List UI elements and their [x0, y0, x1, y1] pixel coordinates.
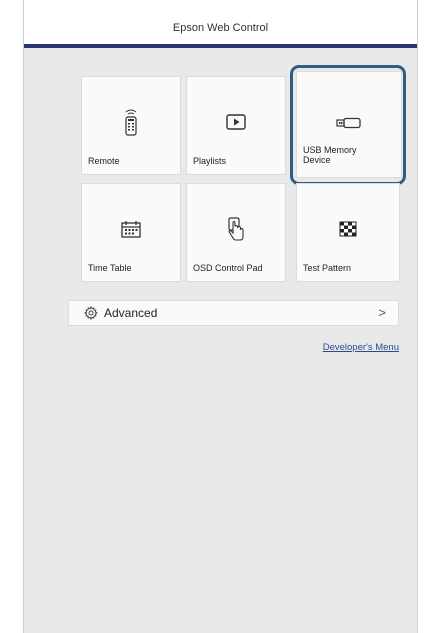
tile-playlists[interactable]: Playlists: [186, 76, 286, 175]
developers-menu-link[interactable]: Developer's Menu: [323, 342, 399, 353]
tile-label: Playlists: [193, 156, 227, 166]
usb-icon: [297, 108, 401, 138]
remote-icon: [82, 107, 180, 137]
tile-test-pattern[interactable]: Test Pattern: [296, 183, 400, 282]
tile-label: OSD Control Pad: [193, 263, 263, 273]
tile-usb-memory-device[interactable]: USB Memory Device: [296, 71, 402, 178]
touch-icon: [187, 214, 285, 244]
checkerboard-icon: [297, 214, 399, 244]
advanced-label: Advanced: [104, 306, 158, 320]
page-title: Epson Web Control: [172, 22, 269, 34]
advanced-row[interactable]: Advanced >: [68, 300, 399, 326]
tile-remote[interactable]: Remote: [81, 76, 181, 175]
header-bar: Epson Web Control: [24, 0, 417, 48]
tile-osd-control-pad[interactable]: OSD Control Pad: [186, 183, 286, 282]
gear-icon: [84, 306, 98, 320]
play-icon: [187, 107, 285, 137]
chevron-right-icon: >: [378, 305, 386, 320]
tile-label: Time Table: [88, 263, 132, 273]
calendar-icon: [82, 214, 180, 244]
tile-label: Test Pattern: [303, 263, 352, 273]
tile-label: Remote: [88, 156, 120, 166]
tile-time-table[interactable]: Time Table: [81, 183, 181, 282]
tile-label: USB Memory Device: [303, 145, 357, 165]
